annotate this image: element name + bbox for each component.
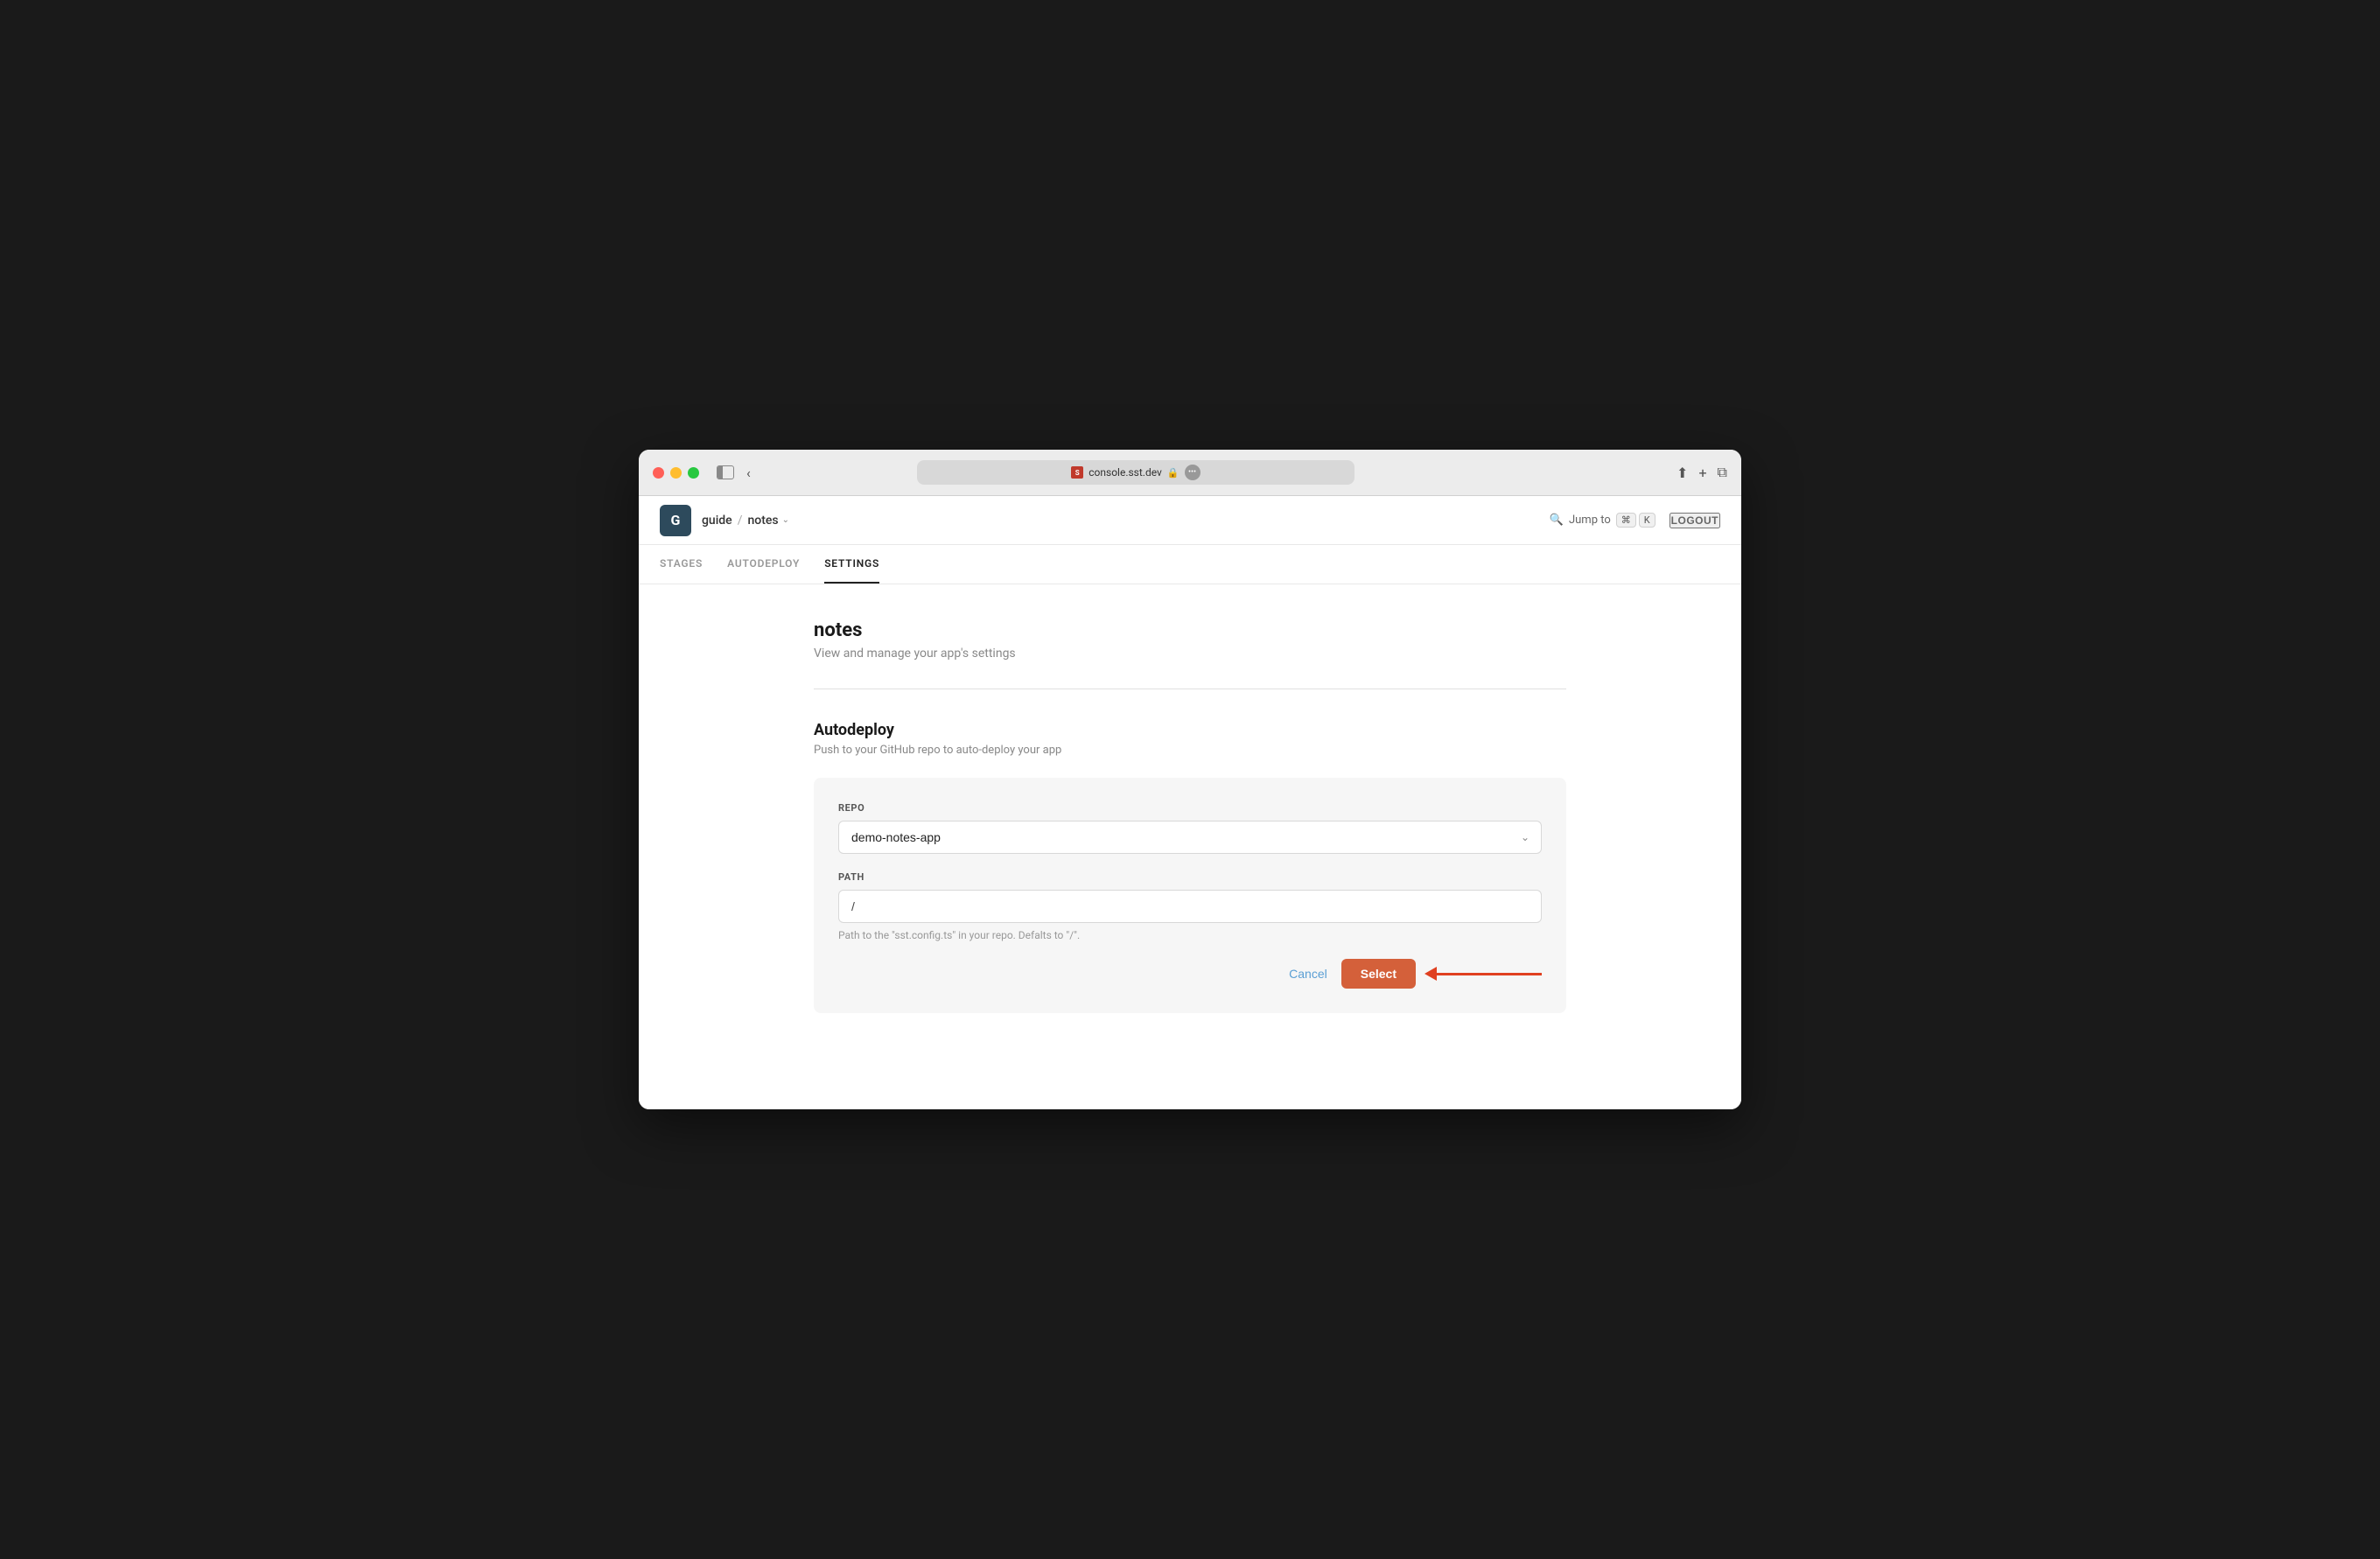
minimize-button[interactable] bbox=[670, 467, 682, 479]
tabs-bar: STAGES AUTODEPLOY SETTINGS bbox=[639, 545, 1741, 584]
path-label: PATH bbox=[838, 871, 1542, 883]
page-subtitle: View and manage your app's settings bbox=[814, 647, 1566, 661]
app-nav: G guide / notes ⌄ 🔍 Jump to ⌘ K bbox=[639, 496, 1741, 545]
search-icon: 🔍 bbox=[1550, 514, 1564, 527]
arrow-annotation bbox=[1424, 967, 1542, 981]
sidebar-toggle[interactable] bbox=[717, 465, 734, 479]
repo-form-group: REPO demo-notes-app ⌄ bbox=[838, 802, 1542, 854]
k-key: K bbox=[1639, 513, 1656, 528]
nav-right: 🔍 Jump to ⌘ K LOGOUT bbox=[1550, 513, 1720, 528]
favicon-icon: S bbox=[1071, 466, 1083, 479]
new-tab-icon[interactable]: + bbox=[1698, 465, 1706, 481]
tabs-icon[interactable]: ⧉ bbox=[1718, 464, 1727, 481]
section-subtitle: Push to your GitHub repo to auto-deploy … bbox=[814, 744, 1566, 757]
logout-button[interactable]: LOGOUT bbox=[1670, 513, 1720, 528]
repo-select[interactable]: demo-notes-app bbox=[838, 821, 1542, 854]
breadcrumb-separator: / bbox=[738, 514, 743, 528]
breadcrumb: guide / notes ⌄ bbox=[702, 514, 789, 528]
repo-select-wrapper: demo-notes-app ⌄ bbox=[838, 821, 1542, 854]
jump-to-button[interactable]: 🔍 Jump to ⌘ K bbox=[1550, 513, 1656, 528]
browser-actions: ⬆ + ⧉ bbox=[1676, 464, 1727, 481]
share-icon[interactable]: ⬆ bbox=[1676, 465, 1688, 481]
lock-icon: 🔒 bbox=[1167, 467, 1180, 479]
form-actions: Cancel Select bbox=[838, 959, 1542, 989]
keyboard-shortcut: ⌘ K bbox=[1616, 513, 1656, 528]
repo-label: REPO bbox=[838, 802, 1542, 814]
browser-chrome: ‹ S console.sst.dev 🔒 ••• ⬆ + ⧉ bbox=[639, 450, 1741, 496]
more-options-button[interactable]: ••• bbox=[1185, 465, 1200, 480]
select-button[interactable]: Select bbox=[1341, 959, 1416, 989]
section-title: Autodeploy bbox=[814, 721, 1566, 739]
traffic-lights bbox=[653, 467, 699, 479]
app-logo: G bbox=[660, 505, 691, 536]
form-card: REPO demo-notes-app ⌄ PATH Path to the "… bbox=[814, 778, 1566, 1013]
cancel-button[interactable]: Cancel bbox=[1289, 967, 1327, 981]
tab-autodeploy[interactable]: AUTODEPLOY bbox=[727, 545, 800, 584]
close-button[interactable] bbox=[653, 467, 664, 479]
path-form-group: PATH Path to the "sst.config.ts" in your… bbox=[838, 871, 1542, 941]
browser-window: ‹ S console.sst.dev 🔒 ••• ⬆ + ⧉ G guide … bbox=[639, 450, 1741, 1109]
page-header: notes View and manage your app's setting… bbox=[814, 619, 1566, 661]
path-hint: Path to the "sst.config.ts" in your repo… bbox=[838, 929, 1542, 941]
back-button[interactable]: ‹ bbox=[746, 465, 751, 481]
app-container: G guide / notes ⌄ 🔍 Jump to ⌘ K bbox=[639, 496, 1741, 1109]
path-input[interactable] bbox=[838, 890, 1542, 923]
page-title: notes bbox=[814, 619, 1566, 641]
arrow-line bbox=[1437, 973, 1542, 975]
browser-controls: ‹ bbox=[710, 465, 751, 481]
main-content: notes View and manage your app's setting… bbox=[639, 584, 1741, 1109]
actions-with-arrow: Select bbox=[1341, 959, 1542, 989]
tab-settings[interactable]: SETTINGS bbox=[824, 545, 879, 584]
section-header: Autodeploy Push to your GitHub repo to a… bbox=[814, 721, 1566, 757]
breadcrumb-parent[interactable]: guide bbox=[702, 514, 732, 528]
cmd-key: ⌘ bbox=[1616, 513, 1636, 528]
maximize-button[interactable] bbox=[688, 467, 699, 479]
breadcrumb-dropdown-icon: ⌄ bbox=[782, 515, 789, 525]
address-bar[interactable]: S console.sst.dev 🔒 ••• bbox=[917, 460, 1354, 485]
tab-stages[interactable]: STAGES bbox=[660, 545, 703, 584]
arrow-head-icon bbox=[1424, 967, 1437, 981]
breadcrumb-current[interactable]: notes ⌄ bbox=[747, 514, 789, 528]
url-text: console.sst.dev bbox=[1088, 466, 1162, 479]
